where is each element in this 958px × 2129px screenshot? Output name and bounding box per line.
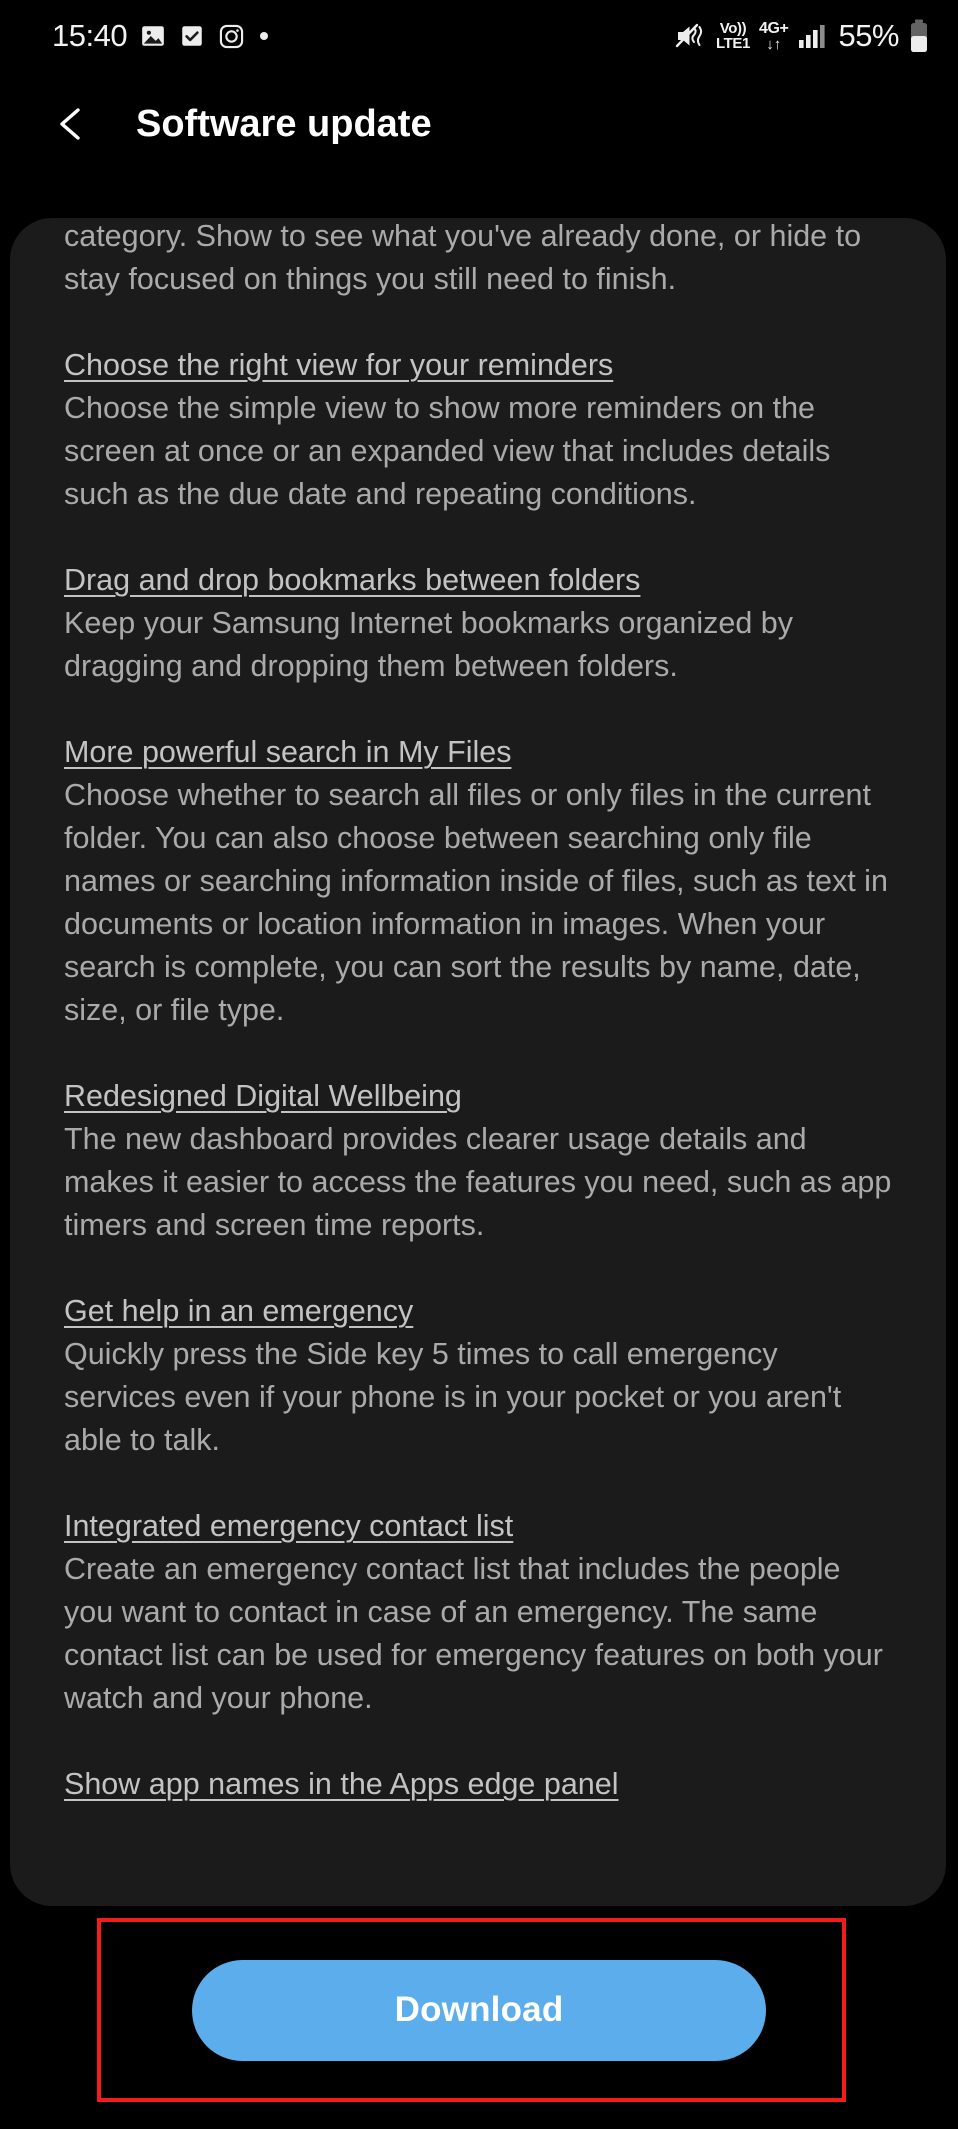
section-body: Quickly press the Side key 5 times to ca… bbox=[64, 1337, 842, 1457]
release-notes-scroll[interactable]: You can show or hide the completed remin… bbox=[10, 218, 946, 1806]
data-arrows-icon: ↓↑ bbox=[766, 35, 782, 53]
section-body: Create an emergency contact list that in… bbox=[64, 1552, 883, 1715]
image-icon bbox=[140, 23, 166, 49]
section-heading[interactable]: More powerful search in My Files bbox=[64, 731, 896, 774]
section-heading[interactable]: Choose the right view for your reminders bbox=[64, 344, 896, 387]
section-apps-edge-panel: Show app names in the Apps edge panel bbox=[64, 1763, 896, 1806]
status-bar: 15:40 Vo)) LTE1 4G+ ↓↑ 55% bbox=[0, 0, 958, 72]
network-indicator: 4G+ ↓↑ bbox=[758, 19, 789, 53]
section-body: Keep your Samsung Internet bookmarks org… bbox=[64, 606, 794, 683]
volte-bottom-label: LTE1 bbox=[715, 35, 750, 52]
back-chevron-icon[interactable] bbox=[44, 96, 100, 152]
section-body: You can show or hide the completed remin… bbox=[64, 219, 862, 296]
section-heading[interactable]: Redesigned Digital Wellbeing bbox=[64, 1075, 896, 1118]
download-button-bar: Download bbox=[0, 1928, 958, 2092]
signal-bars-icon bbox=[797, 22, 827, 50]
section-my-files-search: More powerful search in My Files Choose … bbox=[64, 731, 896, 1032]
status-bar-right: Vo)) LTE1 4G+ ↓↑ 55% bbox=[675, 18, 930, 54]
release-notes-card[interactable]: You can show or hide the completed remin… bbox=[10, 218, 946, 1906]
section-heading[interactable]: Show app names in the Apps edge panel bbox=[64, 1763, 896, 1806]
app-bar: Software update bbox=[0, 72, 958, 176]
battery-icon bbox=[908, 19, 930, 53]
section-drag-drop-bookmarks: Drag and drop bookmarks between folders … bbox=[64, 559, 896, 688]
download-button[interactable]: Download bbox=[192, 1959, 766, 2061]
section-body: The new dashboard provides clearer usage… bbox=[64, 1122, 892, 1242]
section-body: Choose the simple view to show more remi… bbox=[64, 391, 831, 511]
section-digital-wellbeing: Redesigned Digital Wellbeing The new das… bbox=[64, 1075, 896, 1247]
section-emergency-help: Get help in an emergency Quickly press t… bbox=[64, 1290, 896, 1462]
instagram-icon bbox=[218, 23, 245, 50]
checkbox-icon bbox=[179, 23, 205, 49]
section-heading[interactable]: Drag and drop bookmarks between folders bbox=[64, 559, 896, 602]
status-clock: 15:40 bbox=[52, 18, 128, 53]
section-emergency-contacts: Integrated emergency contact list Create… bbox=[64, 1505, 896, 1720]
section-heading[interactable]: Integrated emergency contact list bbox=[64, 1505, 896, 1548]
status-bar-left: 15:40 bbox=[52, 18, 270, 54]
section-reminders-completed: You can show or hide the completed remin… bbox=[64, 218, 896, 301]
volume-mute-icon bbox=[675, 21, 707, 51]
dot-icon bbox=[258, 30, 270, 42]
section-heading[interactable]: Get help in an emergency bbox=[64, 1290, 896, 1333]
network-type-label: 4G+ bbox=[758, 19, 789, 37]
section-body: Choose whether to search all files or on… bbox=[64, 778, 888, 1027]
battery-percent-label: 55% bbox=[838, 18, 899, 53]
volte-top-label: Vo)) bbox=[719, 20, 747, 37]
volte-indicator: Vo)) LTE1 bbox=[716, 21, 750, 51]
section-choose-view: Choose the right view for your reminders… bbox=[64, 344, 896, 516]
page-title: Software update bbox=[136, 102, 432, 145]
